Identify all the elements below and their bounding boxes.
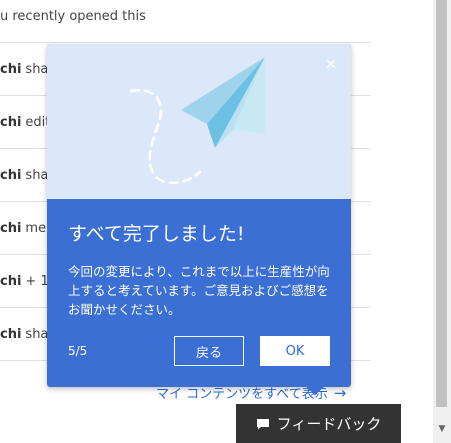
activity-user: chi (0, 167, 22, 183)
speech-bubble-icon (256, 418, 269, 429)
callout-body: 今回の変更により、これまで以上に生産性が向上すると考えています。ご意見およびご感… (68, 264, 330, 317)
step-indicator: 5/5 (68, 344, 88, 358)
close-icon[interactable]: ✕ (322, 56, 340, 74)
activity-user: chi (0, 61, 22, 77)
feedback-label: フィードバック (276, 416, 382, 433)
scrollbar-thumb[interactable] (436, 0, 447, 407)
activity-user: chi (0, 114, 22, 130)
activity-action: + 1 (25, 273, 49, 289)
paper-plane-icon (129, 57, 265, 184)
back-button[interactable]: 戻る (174, 336, 244, 366)
activity-user: chi (0, 220, 22, 236)
activity-header: u recently opened this (0, 9, 146, 24)
see-all-link-label: マイ コンテンツをすべて表示 (156, 387, 328, 402)
scroll-down-arrow-icon[interactable]: ▼ (433, 420, 451, 438)
callout-illustration: ✕ (47, 44, 351, 199)
activity-user: chi (0, 326, 22, 342)
feedback-button[interactable]: フィードバック (236, 404, 401, 443)
ok-button[interactable]: OK (260, 336, 330, 366)
teaching-callout: ✕ すべて完了しました! 今回の変更により、これまで以上に生産性が向上すると考え… (47, 44, 351, 396)
activity-user: chi (0, 273, 22, 289)
callout-title: すべて完了しました! (68, 223, 245, 245)
